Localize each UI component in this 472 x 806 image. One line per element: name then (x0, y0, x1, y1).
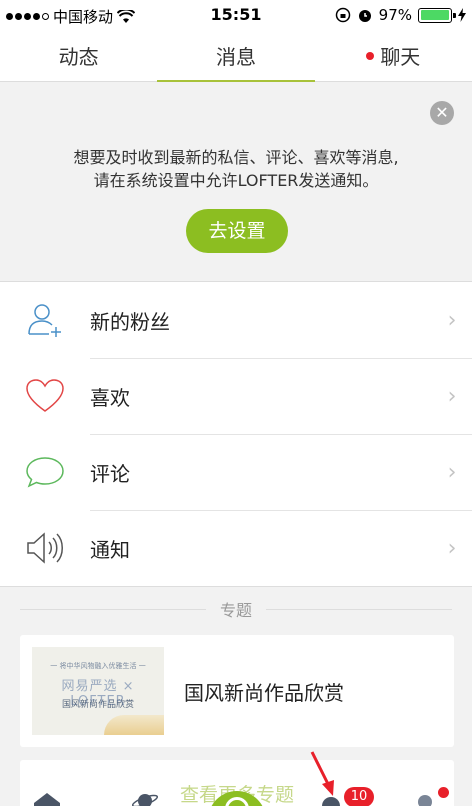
chevron-right-icon: › (447, 383, 457, 409)
notification-banner: ✕ 想要及时收到最新的私信、评论、喜欢等消息, 请在系统设置中允许LOFTER发… (0, 83, 472, 281)
tab-feed[interactable]: 动态 (0, 30, 157, 81)
list-item-likes[interactable]: 喜欢 › (0, 358, 472, 434)
messages-nav-icon[interactable] (322, 797, 340, 806)
topic-thumbnail: 一 将中华风物融入优雅生活 一 网易严选 × LOFTER 国风新尚作品欣赏 (32, 647, 164, 735)
list-item-label: 喜欢 (90, 385, 130, 410)
topic-image-subtitle: 国风新尚作品欣赏 (61, 700, 134, 710)
list-item-label: 新的粉丝 (90, 309, 170, 334)
chevron-right-icon: › (447, 459, 457, 485)
publish-icon (225, 797, 249, 806)
home-icon[interactable] (34, 793, 60, 806)
list-item-notifications[interactable]: 通知 › (0, 510, 472, 586)
list-item-label: 通知 (90, 537, 130, 562)
top-tabs: 动态 消息 聊天 (0, 30, 472, 82)
tab-messages[interactable]: 消息 (157, 30, 315, 82)
chevron-right-icon: › (447, 307, 457, 333)
banner-line-2: 请在系统设置中允许LOFTER发送通知。 (93, 171, 379, 190)
bottom-nav: 10 (0, 785, 472, 806)
chevron-right-icon: › (447, 535, 457, 561)
rotation-lock-icon (335, 7, 350, 23)
status-right: 97% (335, 6, 466, 24)
close-icon[interactable]: ✕ (430, 101, 454, 125)
status-bar: 中国移动 15:51 97% (0, 0, 472, 30)
add-user-icon (0, 282, 90, 358)
profile-unread-dot (438, 787, 449, 798)
arrow-pointer-icon (310, 751, 334, 796)
comment-icon (0, 434, 90, 510)
alarm-icon (358, 10, 371, 22)
go-settings-button[interactable]: 去设置 (186, 209, 288, 253)
topic-card[interactable]: 一 将中华风物融入优雅生活 一 网易严选 × LOFTER 国风新尚作品欣赏 国… (20, 635, 454, 747)
charging-icon (458, 8, 466, 22)
battery-icon (418, 7, 456, 23)
message-list: 新的粉丝 › 喜欢 › 评论 › 通知 › (0, 281, 472, 587)
banner-line-1: 想要及时收到最新的私信、评论、喜欢等消息, (73, 148, 399, 167)
topic-title: 国风新尚作品欣赏 (184, 680, 344, 705)
unread-dot (366, 51, 375, 60)
tab-feed-label: 动态 (58, 45, 99, 69)
profile-icon[interactable] (418, 795, 432, 806)
list-item-comments[interactable]: 评论 › (0, 434, 472, 510)
topics-title-label: 专题 (220, 601, 253, 620)
banner-message: 想要及时收到最新的私信、评论、喜欢等消息, 请在系统设置中允许LOFTER发送通… (0, 146, 472, 192)
list-item-new-followers[interactable]: 新的粉丝 › (0, 282, 472, 358)
topics-section-title: 专题 (20, 598, 453, 620)
publish-button[interactable] (208, 791, 266, 806)
tab-messages-label: 消息 (215, 45, 256, 69)
tab-chat[interactable]: 聊天 (315, 30, 472, 81)
topic-image-tagline: 一 将中华风物融入优雅生活 一 (50, 662, 146, 670)
battery-percent: 97% (378, 6, 412, 24)
tab-chat-label: 聊天 (380, 45, 421, 69)
battery-level (420, 10, 449, 20)
message-count-badge: 10 (344, 787, 374, 806)
discover-icon[interactable] (132, 789, 158, 806)
list-item-label: 评论 (90, 461, 130, 486)
speaker-icon (0, 510, 90, 586)
heart-icon (0, 358, 90, 434)
